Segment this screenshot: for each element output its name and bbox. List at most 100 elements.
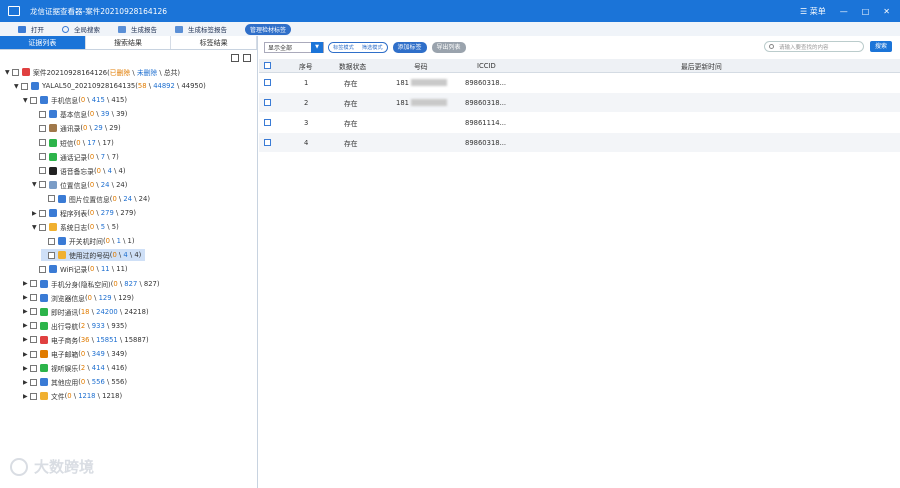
generate-label-report-button[interactable]: 生成标签报告 xyxy=(175,24,227,34)
tree-node[interactable]: 短信 (0 \ 17 \ 17) xyxy=(32,137,114,149)
expand-arrow-icon[interactable]: ▶ xyxy=(23,336,30,343)
search-button[interactable]: 搜索 xyxy=(869,41,892,52)
tree-node[interactable]: ▼ YALAL50_20210928164135 (58 \ 44892 \ 44… xyxy=(14,80,206,92)
expand-arrow-icon[interactable]: ▼ xyxy=(14,83,21,90)
tab-label-results[interactable]: 标签结果 xyxy=(171,36,258,49)
expand-arrow-icon[interactable]: ▼ xyxy=(5,69,12,76)
expand-arrow-icon[interactable]: ▼ xyxy=(23,97,30,104)
tree-node[interactable]: 开关机时间 (0 \ 1 \ 1) xyxy=(41,235,135,247)
tree-node[interactable]: 使用过的号码 (0 \ 4 \ 4) xyxy=(41,249,146,262)
tree-checkbox[interactable] xyxy=(48,237,55,245)
select-all-checkbox[interactable] xyxy=(264,62,271,69)
manage-labels-button[interactable]: 管理检材标签 xyxy=(245,23,292,35)
row-checkbox[interactable] xyxy=(264,139,271,146)
tree-checkbox[interactable] xyxy=(30,364,37,372)
table-row[interactable]: 3 存在 89861114... xyxy=(259,113,900,133)
col-status[interactable]: 数据状态 xyxy=(339,59,366,72)
expand-arrow-icon[interactable]: ▶ xyxy=(23,280,30,287)
label-mode-option[interactable]: 标签模式 xyxy=(329,42,358,52)
expand-arrow-icon[interactable]: ▶ xyxy=(23,294,30,301)
tree-checkbox[interactable] xyxy=(30,378,37,386)
close-button[interactable]: ✕ xyxy=(883,7,890,16)
tree-checkbox[interactable] xyxy=(39,110,46,118)
tree-checkbox[interactable] xyxy=(21,82,28,90)
expand-arrow-icon[interactable]: ▶ xyxy=(23,322,30,329)
expand-arrow-icon[interactable]: ▶ xyxy=(23,351,30,358)
tree-node[interactable]: 通话记录 (0 \ 7 \ 7) xyxy=(32,151,119,163)
tree-node-label: 开关机时间 xyxy=(69,238,103,247)
tree-checkbox[interactable] xyxy=(30,308,37,316)
tree-node[interactable]: ▼ 案件20210928164126 (已删除 \ 未删除 \ 总共) xyxy=(5,66,180,78)
tree-node[interactable]: ▶ 电子商务 (36 \ 15851 \ 15887) xyxy=(23,334,149,346)
menu-button[interactable]: ☰ 菜单 xyxy=(800,6,826,17)
tree-checkbox[interactable] xyxy=(39,181,46,189)
tree-node[interactable]: ▶ 文件 (0 \ 1218 \ 1218) xyxy=(23,390,122,402)
tree-node[interactable]: 基本信息 (0 \ 39 \ 39) xyxy=(32,108,127,120)
col-no[interactable]: 序号 xyxy=(299,59,313,72)
tree-checkbox[interactable] xyxy=(39,139,46,146)
tree-node[interactable]: ▶ 其他应用 (0 \ 556 \ 556) xyxy=(23,376,127,388)
tree-checkbox[interactable] xyxy=(30,294,37,302)
tree-checkbox[interactable] xyxy=(30,336,37,344)
tree-node[interactable]: ▶ 视听娱乐 (2 \ 414 \ 416) xyxy=(23,362,127,374)
col-last-update[interactable]: 最后更新时间 xyxy=(681,59,722,72)
global-search-button[interactable]: 全局搜索 xyxy=(62,24,100,34)
tree-checkbox[interactable] xyxy=(30,280,37,287)
expand-arrow-icon[interactable]: ▶ xyxy=(32,210,39,217)
row-checkbox[interactable] xyxy=(264,119,271,126)
generate-report-button[interactable]: 生成报告 xyxy=(118,24,157,34)
tree-checkbox[interactable] xyxy=(12,68,19,76)
tree-checkbox[interactable] xyxy=(48,195,55,203)
tree-checkbox[interactable] xyxy=(30,392,37,400)
tree-checkbox[interactable] xyxy=(39,167,46,175)
tab-evidence-list[interactable]: 证据列表 xyxy=(0,36,86,49)
tree-checkbox[interactable] xyxy=(48,251,55,259)
tree-checkbox[interactable] xyxy=(30,350,37,358)
tree-checkbox[interactable] xyxy=(39,124,46,132)
row-checkbox[interactable] xyxy=(264,79,271,86)
expand-all-icon[interactable] xyxy=(243,54,251,62)
search-input[interactable]: 请输入要查找的内容 xyxy=(764,41,864,52)
expand-arrow-icon[interactable]: ▶ xyxy=(23,379,30,386)
tree-node[interactable]: ▶ 出行导航 (2 \ 933 \ 935) xyxy=(23,320,127,332)
minimize-button[interactable]: — xyxy=(840,7,848,16)
tree-node[interactable]: ▼ 系统日志 (0 \ 5 \ 5) xyxy=(32,221,119,233)
tree-checkbox[interactable] xyxy=(39,209,46,217)
tree-node[interactable]: ▼ 手机信息 (0 \ 415 \ 415) xyxy=(23,94,127,106)
tree-node[interactable]: ▶ 浏览器信息 (0 \ 129 \ 129) xyxy=(23,292,134,304)
row-checkbox[interactable] xyxy=(264,99,271,106)
expand-arrow-icon[interactable]: ▶ xyxy=(23,308,30,315)
tree-checkbox[interactable] xyxy=(30,322,37,330)
add-label-button[interactable]: 添加标签 xyxy=(392,41,427,53)
tree-node[interactable]: ▶ 电子邮箱 (0 \ 349 \ 349) xyxy=(23,348,127,360)
expand-arrow-icon[interactable]: ▼ xyxy=(32,181,39,188)
tree-node[interactable]: ▶ 即时通讯 (18 \ 24200 \ 24218) xyxy=(23,306,149,318)
table-row[interactable]: 4 存在 89860318... xyxy=(259,133,900,153)
col-iccid[interactable]: ICCID xyxy=(477,59,496,72)
tree-node[interactable]: ▶ 程序列表 (0 \ 279 \ 279) xyxy=(32,207,136,219)
tree-checkbox[interactable] xyxy=(39,265,46,273)
expand-arrow-icon[interactable]: ▶ xyxy=(23,365,30,372)
table-row[interactable]: 1 存在 181 89860318... xyxy=(259,73,900,93)
tree-node[interactable]: 通讯录 (0 \ 29 \ 29) xyxy=(32,122,121,134)
tree-node[interactable]: WiFi记录 (0 \ 11 \ 11) xyxy=(32,263,128,275)
tree-checkbox[interactable] xyxy=(39,223,46,231)
expand-arrow-icon[interactable]: ▼ xyxy=(32,224,39,231)
tree-checkbox[interactable] xyxy=(30,96,37,104)
tree-node[interactable]: 图片位置信息 (0 \ 24 \ 24) xyxy=(41,193,150,205)
expand-arrow-icon[interactable]: ▶ xyxy=(23,393,30,400)
display-filter-select[interactable]: 显示全部 ▼ xyxy=(264,41,324,53)
tree-node[interactable]: 语音备忘录 (0 \ 4 \ 4) xyxy=(32,165,126,177)
tree-node[interactable]: ▼ 位置信息 (0 \ 24 \ 24) xyxy=(32,179,127,191)
tab-search-results[interactable]: 搜索结果 xyxy=(85,36,172,49)
collapse-all-icon[interactable] xyxy=(231,54,239,62)
col-number[interactable]: 号码 xyxy=(414,59,428,72)
open-button[interactable]: 打开 xyxy=(18,24,44,34)
tree-node[interactable]: ▶ 手机分身(隐私空间) (0 \ 827 \ 827) xyxy=(23,278,160,290)
mode-toggle[interactable]: 标签模式 筛选模式 xyxy=(328,41,388,53)
table-row[interactable]: 2 存在 181 89860318... xyxy=(259,93,900,113)
export-list-button[interactable]: 导出列表 xyxy=(431,41,466,53)
tree-checkbox[interactable] xyxy=(39,153,46,161)
maximize-button[interactable]: □ xyxy=(862,7,870,16)
filter-mode-option[interactable]: 筛选模式 xyxy=(358,43,387,52)
